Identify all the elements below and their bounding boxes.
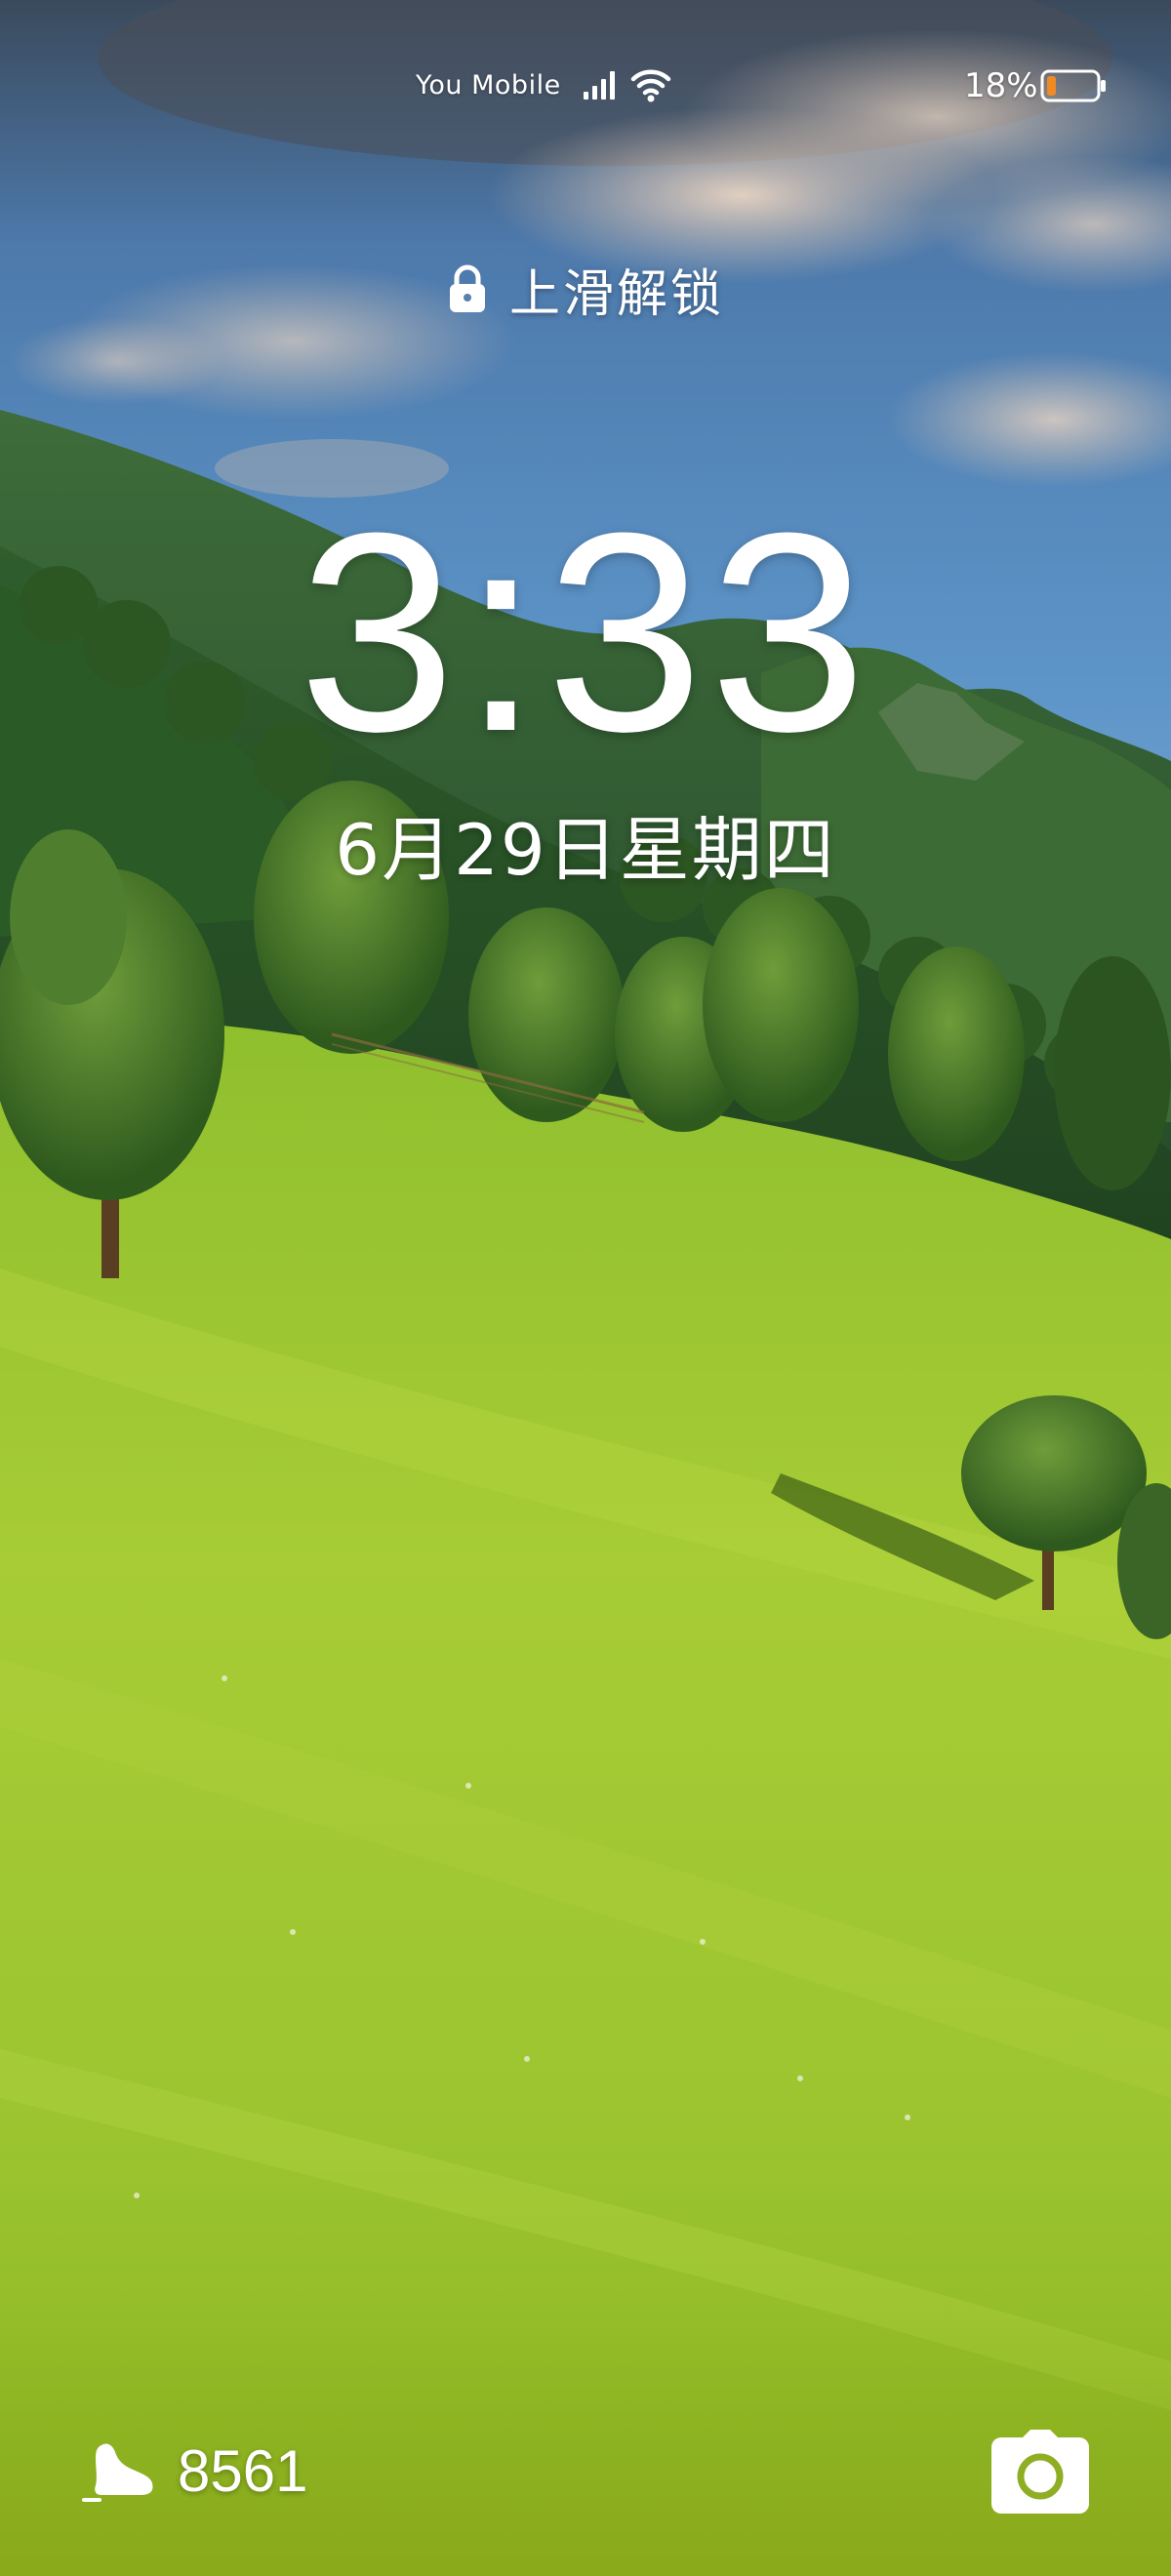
carrier-name: You Mobile <box>416 70 561 101</box>
unlock-hint: 上滑解锁 <box>0 250 1171 328</box>
cellular-signal-icon <box>584 71 615 100</box>
clock-date: 6月29日星期四 <box>335 809 836 891</box>
clock-time: 3:33 <box>298 474 873 790</box>
battery-low-icon <box>1040 69 1106 102</box>
camera-icon <box>991 2430 1089 2514</box>
step-counter-widget[interactable]: 8561 <box>82 2432 307 2510</box>
unlock-hint-text: 上滑解锁 <box>508 264 724 324</box>
shoe-icon <box>82 2443 153 2502</box>
battery-percentage: 18% <box>964 66 1038 105</box>
wallpaper <box>0 0 1171 2576</box>
status-bar: You Mobile 18% <box>0 0 1171 176</box>
camera-shortcut-button[interactable] <box>989 2428 1091 2516</box>
step-count: 8561 <box>178 2437 308 2504</box>
wifi-icon <box>630 69 671 102</box>
lock-icon <box>449 264 485 312</box>
